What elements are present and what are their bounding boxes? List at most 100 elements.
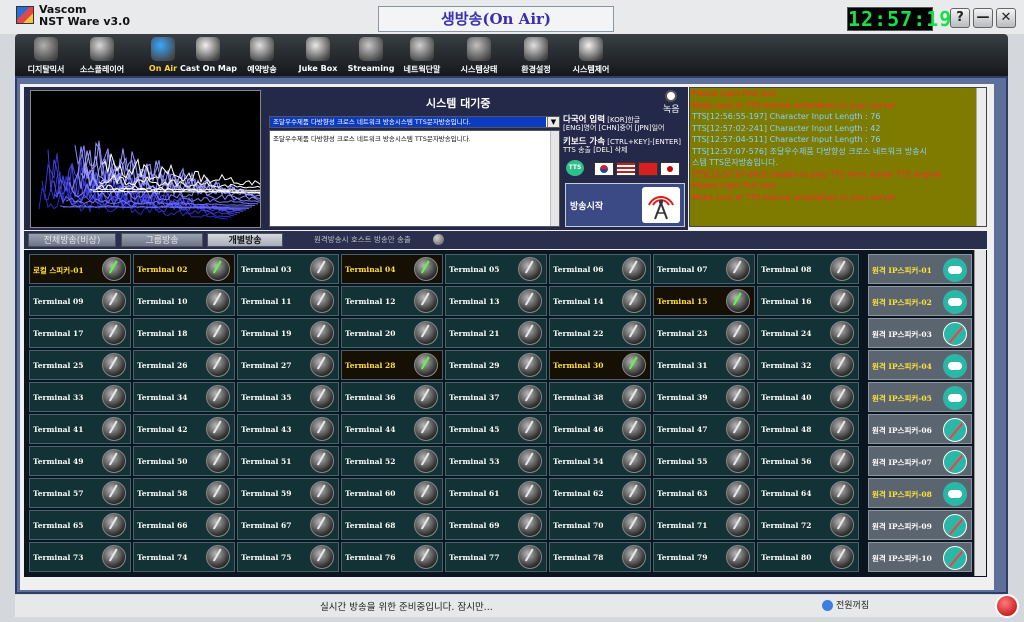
tab-emergency-all[interactable]: 전체방송(비상) (28, 233, 116, 247)
minimize-button[interactable]: — (973, 8, 993, 28)
speaker-knob-icon[interactable] (310, 257, 334, 281)
speaker-knob-icon[interactable] (518, 353, 542, 377)
toolbar-player-button[interactable]: 소스플레이어 (74, 36, 130, 76)
speaker-knob-icon[interactable] (518, 289, 542, 313)
speaker-knob-icon[interactable] (830, 257, 854, 281)
terminal-tile[interactable]: Terminal 14 (549, 286, 651, 316)
speaker-knob-icon[interactable] (518, 481, 542, 505)
terminal-tile[interactable]: Terminal 55 (653, 446, 755, 476)
terminal-tile[interactable]: Terminal 58 (133, 478, 235, 508)
terminal-tile[interactable]: Terminal 38 (549, 382, 651, 412)
terminal-tile[interactable]: Terminal 62 (549, 478, 651, 508)
terminal-tile[interactable]: Terminal 46 (549, 414, 651, 444)
speaker-knob-icon[interactable] (310, 449, 334, 473)
speaker-knob-icon[interactable] (726, 513, 750, 537)
speaker-knob-icon[interactable] (622, 321, 646, 345)
terminal-tile[interactable]: Terminal 67 (237, 510, 339, 540)
terminal-tile[interactable]: Terminal 54 (549, 446, 651, 476)
speaker-knob-icon[interactable] (518, 417, 542, 441)
terminal-tile[interactable]: Terminal 18 (133, 318, 235, 348)
tts-scrollbar[interactable] (550, 131, 559, 226)
terminal-tile[interactable]: Terminal 50 (133, 446, 235, 476)
speaker-knob-icon[interactable] (830, 481, 854, 505)
terminal-tile[interactable]: Terminal 76 (341, 542, 443, 572)
speaker-knob-icon[interactable] (726, 545, 750, 569)
terminal-tile[interactable]: Terminal 57 (29, 478, 131, 508)
terminal-tile[interactable]: Terminal 16 (757, 286, 859, 316)
terminal-tile[interactable]: Terminal 02 (133, 254, 235, 284)
speaker-knob-icon[interactable] (102, 289, 126, 313)
terminal-tile[interactable]: Terminal 56 (757, 446, 859, 476)
terminal-scrollbar[interactable] (974, 250, 986, 576)
ip-speaker-tile[interactable]: 원격 IP스피커-10 (868, 542, 972, 572)
terminal-tile[interactable]: Terminal 35 (237, 382, 339, 412)
terminal-tile[interactable]: Terminal 61 (445, 478, 547, 508)
terminal-tile[interactable]: Terminal 06 (549, 254, 651, 284)
ip-speaker-tile[interactable]: 원격 IP스피커-02 (868, 286, 972, 316)
terminal-tile[interactable]: Terminal 75 (237, 542, 339, 572)
japan-flag-icon[interactable] (660, 162, 680, 176)
speaker-knob-icon[interactable] (206, 321, 230, 345)
usa-flag-icon[interactable] (616, 162, 636, 176)
speaker-knob-icon[interactable] (206, 289, 230, 313)
speaker-knob-icon[interactable] (726, 449, 750, 473)
terminal-tile[interactable]: Terminal 74 (133, 542, 235, 572)
terminal-tile[interactable]: Terminal 65 (29, 510, 131, 540)
speaker-knob-icon[interactable] (622, 353, 646, 377)
remote-only-toggle[interactable] (433, 234, 444, 245)
terminal-tile[interactable]: Terminal 28 (341, 350, 443, 380)
ip-speaker-tile[interactable]: 원격 IP스피커-09 (868, 510, 972, 540)
terminal-tile[interactable]: Terminal 71 (653, 510, 755, 540)
terminal-tile[interactable]: Terminal 73 (29, 542, 131, 572)
onair-start-button[interactable] (642, 187, 680, 223)
toolbar-mixer-button[interactable]: 디지탈믹서 (18, 36, 74, 76)
speaker-knob-icon[interactable] (830, 449, 854, 473)
terminal-tile[interactable]: Terminal 64 (757, 478, 859, 508)
speaker-knob-icon[interactable] (102, 321, 126, 345)
ip-speaker-tile[interactable]: 원격 IP스피커-08 (868, 478, 972, 508)
tts-text-input[interactable]: 조달우수제품 다방향성 크로스 네트워크 방송시스템 TTS문자방송입니다. (269, 130, 560, 227)
speaker-knob-icon[interactable] (206, 257, 230, 281)
terminal-tile[interactable]: Terminal 26 (133, 350, 235, 380)
terminal-tile[interactable]: Terminal 79 (653, 542, 755, 572)
terminal-tile[interactable]: Terminal 80 (757, 542, 859, 572)
speaker-knob-icon[interactable] (206, 513, 230, 537)
terminal-tile[interactable]: Terminal 69 (445, 510, 547, 540)
terminal-tile[interactable]: Terminal 63 (653, 478, 755, 508)
speaker-knob-icon[interactable] (206, 449, 230, 473)
speaker-knob-icon[interactable] (102, 257, 126, 281)
chevron-down-icon[interactable]: ▼ (547, 117, 559, 127)
speaker-knob-icon[interactable] (622, 481, 646, 505)
speaker-knob-icon[interactable] (102, 513, 126, 537)
speaker-knob-icon[interactable] (726, 353, 750, 377)
speaker-knob-icon[interactable] (102, 417, 126, 441)
terminal-tile[interactable]: Terminal 52 (341, 446, 443, 476)
terminal-tile[interactable]: Terminal 78 (549, 542, 651, 572)
speaker-knob-icon[interactable] (414, 257, 438, 281)
speaker-knob-icon[interactable] (414, 289, 438, 313)
help-button[interactable]: ? (950, 8, 970, 28)
china-flag-icon[interactable] (638, 162, 658, 176)
toolbar-schedule-button[interactable]: 예약방송 (234, 36, 290, 76)
speaker-knob-icon[interactable] (102, 385, 126, 409)
terminal-tile[interactable]: Terminal 60 (341, 478, 443, 508)
terminal-tile[interactable]: Terminal 03 (237, 254, 339, 284)
power-button[interactable] (995, 594, 1019, 618)
terminal-tile[interactable]: Terminal 30 (549, 350, 651, 380)
ip-speaker-tile[interactable]: 원격 IP스피커-01 (868, 254, 972, 284)
speaker-knob-icon[interactable] (102, 449, 126, 473)
speaker-knob-icon[interactable] (414, 385, 438, 409)
terminal-tile[interactable]: 로컬 스피커-01 (29, 254, 131, 284)
speaker-knob-icon[interactable] (830, 513, 854, 537)
speaker-knob-icon[interactable] (622, 385, 646, 409)
speaker-knob-icon[interactable] (414, 481, 438, 505)
tab-group[interactable]: 그룹방송 (121, 233, 203, 247)
terminal-tile[interactable]: Terminal 31 (653, 350, 755, 380)
speaker-knob-icon[interactable] (414, 513, 438, 537)
terminal-tile[interactable]: Terminal 34 (133, 382, 235, 412)
speaker-knob-icon[interactable] (726, 289, 750, 313)
speaker-knob-icon[interactable] (518, 257, 542, 281)
terminal-tile[interactable]: Terminal 51 (237, 446, 339, 476)
terminal-tile[interactable]: Terminal 23 (653, 318, 755, 348)
ip-speaker-tile[interactable]: 원격 IP스피커-04 (868, 350, 972, 380)
